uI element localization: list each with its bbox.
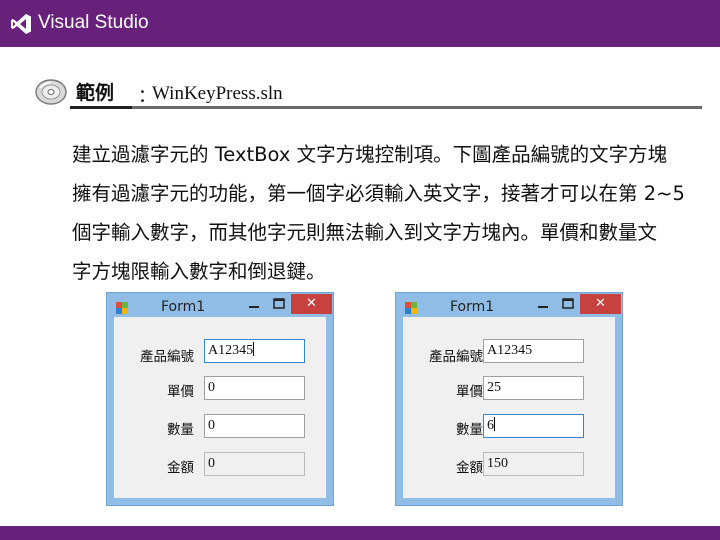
app-logo-text: Visual Studio — [38, 12, 149, 33]
label-unit-price: 單價 — [167, 384, 194, 400]
unit-price-input[interactable]: 25 — [483, 376, 584, 400]
paragraph-line-2: 擁有過濾字元的功能，第一個字必須輸入英文字，接著才可以在第 2~5 — [72, 182, 685, 205]
label-quantity: 數量 — [456, 422, 483, 438]
form1-window-right: Form1 ✕ 產品編號 A12345 單價 25 數量 6 金額 150 — [395, 292, 623, 506]
quantity-input[interactable]: 0 — [204, 414, 305, 438]
amount-field: 0 — [204, 452, 305, 476]
form-icon — [405, 302, 417, 314]
form-icon — [116, 302, 128, 314]
footer-bar — [0, 526, 720, 540]
maximize-icon[interactable] — [270, 296, 288, 312]
window-title: Form1 — [161, 299, 206, 315]
example-filename: WinKeyPress.sln — [152, 83, 283, 104]
product-id-value: A12345 — [208, 343, 254, 358]
heading-rule-accent — [70, 106, 132, 109]
label-amount: 金額 — [456, 460, 483, 476]
paragraph-line-1: 建立過濾字元的 TextBox 文字方塊控制項。下圖產品編號的文字方塊 — [72, 143, 668, 166]
maximize-icon[interactable] — [559, 296, 577, 312]
unit-price-input[interactable]: 0 — [204, 376, 305, 400]
visual-studio-logo-icon — [11, 14, 31, 34]
quantity-input[interactable]: 6 — [483, 414, 584, 438]
label-amount: 金額 — [167, 460, 194, 476]
form-client-area: 產品編號 A12345 單價 25 數量 6 金額 150 — [403, 317, 615, 498]
label-product-id: 產品編號 — [429, 349, 483, 365]
product-id-input[interactable]: A12345 — [483, 339, 584, 363]
label-quantity: 數量 — [167, 422, 194, 438]
form1-window-left: Form1 ✕ 產品編號 A12345 單價 0 數量 0 金額 0 — [106, 292, 334, 506]
example-heading: 範例 — [76, 82, 115, 104]
text-caret — [494, 417, 495, 431]
paragraph-line-3: 個字輸入數字，而其他字元則無法輸入到文字方塊內。單價和數量文 — [72, 221, 658, 244]
quantity-value: 6 — [487, 418, 494, 433]
header-bar: Visual Studio — [0, 0, 720, 47]
disc-icon — [35, 79, 67, 105]
product-id-input[interactable]: A12345 — [204, 339, 305, 363]
label-product-id: 產品編號 — [140, 349, 194, 365]
amount-field: 150 — [483, 452, 584, 476]
close-button[interactable]: ✕ — [580, 294, 621, 314]
label-unit-price: 單價 — [456, 384, 483, 400]
minimize-icon[interactable] — [534, 296, 552, 312]
window-title: Form1 — [450, 299, 495, 315]
paragraph-line-4: 字方塊限輸入數字和倒退鍵。 — [72, 260, 326, 283]
minimize-icon[interactable] — [245, 296, 263, 312]
close-button[interactable]: ✕ — [291, 294, 332, 314]
heading-rule — [70, 106, 702, 109]
text-caret — [253, 342, 255, 356]
form-client-area: 產品編號 A12345 單價 0 數量 0 金額 0 — [114, 317, 326, 498]
